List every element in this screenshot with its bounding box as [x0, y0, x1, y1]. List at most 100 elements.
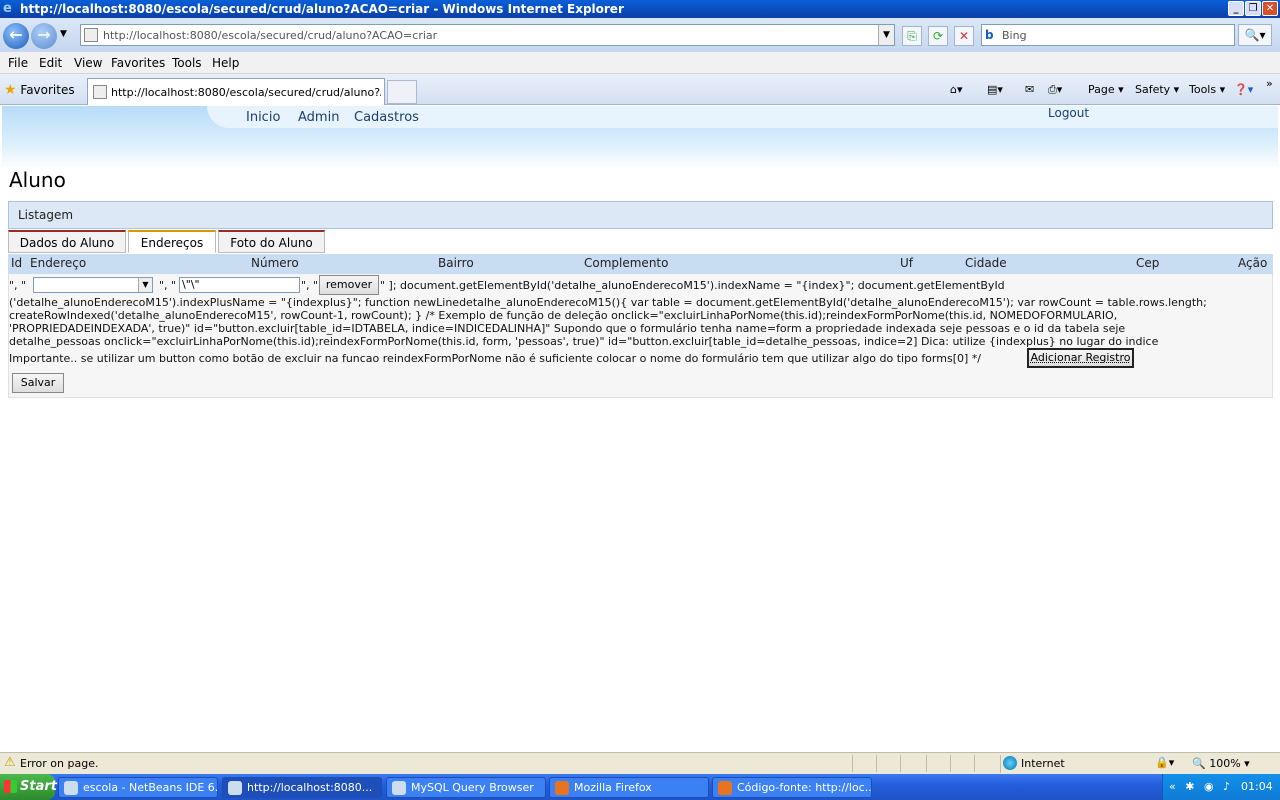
- bing-icon: b: [985, 28, 994, 42]
- nav-cadastros[interactable]: Cadastros: [354, 110, 419, 125]
- page-menu[interactable]: Page ▾: [1088, 83, 1124, 96]
- raw-text: 'PROPRIEDADEINDEXADA', true)" id="button…: [9, 322, 1126, 335]
- raw-text: ('detalhe_alunoEnderecoM15').indexPlusNa…: [9, 296, 1207, 309]
- column-endereco: Endereço: [30, 256, 87, 270]
- menu-help[interactable]: Help: [212, 56, 239, 70]
- zoom-level: 100%: [1209, 757, 1241, 770]
- taskbar-item-mysql[interactable]: MySQL Query Browser: [386, 777, 546, 798]
- tab-foto-do-aluno[interactable]: Foto do Aluno: [218, 230, 325, 253]
- tools-menu[interactable]: Tools ▾: [1189, 83, 1225, 96]
- print-icon[interactable]: ⎙▾: [1048, 83, 1062, 97]
- warning-icon[interactable]: ⚠: [4, 755, 16, 770]
- table-header: Id Endereço Número Bairro Complemento Uf…: [8, 254, 1273, 274]
- text-input[interactable]: \"\": [179, 277, 300, 293]
- chevron-down-icon: ▼: [138, 278, 152, 292]
- compatibility-icon[interactable]: ⎘: [902, 26, 922, 46]
- address-dropdown-button[interactable]: ▼: [878, 25, 894, 45]
- favorites-button[interactable]: ★ Favorites: [4, 82, 75, 98]
- remover-button[interactable]: remover: [319, 275, 379, 295]
- search-button[interactable]: 🔍▾: [1238, 24, 1272, 46]
- column-bairro: Bairro: [438, 256, 474, 270]
- tab-label: Dados do Aluno: [19, 236, 115, 250]
- protected-mode-icon[interactable]: 🔒▾: [1155, 756, 1174, 769]
- nav-inicio[interactable]: Inicio: [246, 110, 280, 125]
- stop-icon[interactable]: ✕: [954, 26, 974, 46]
- uf-select[interactable]: ▼: [33, 277, 153, 293]
- logout-link[interactable]: Logout: [1048, 106, 1089, 120]
- security-zone[interactable]: Internet: [1000, 755, 1148, 773]
- mysql-icon: [392, 781, 406, 795]
- new-tab-button[interactable]: [387, 80, 417, 104]
- menu-edit[interactable]: Edit: [39, 56, 62, 70]
- refresh-icon[interactable]: ⟳: [928, 26, 948, 46]
- window-title: http://localhost:8080/escola/secured/cru…: [20, 2, 624, 16]
- mail-icon[interactable]: ✉: [1025, 83, 1034, 96]
- menu-view[interactable]: View: [74, 56, 102, 70]
- clock: 01:04: [1241, 780, 1273, 793]
- taskbar-item-firefox[interactable]: Mozilla Firefox: [549, 777, 709, 798]
- salvar-button[interactable]: Salvar: [12, 373, 64, 393]
- back-button[interactable]: ←: [3, 23, 29, 49]
- ie-icon: [228, 781, 242, 795]
- help-icon[interactable]: ❓▾: [1234, 83, 1253, 96]
- ie-logo-icon: e: [3, 1, 12, 16]
- search-input[interactable]: b Bing: [981, 24, 1235, 46]
- column-acao: Ação: [1238, 256, 1268, 270]
- address-bar[interactable]: http://localhost:8080/escola/secured/cru…: [80, 24, 895, 46]
- taskbar-item-label: MySQL Query Browser: [411, 781, 534, 794]
- home-icon[interactable]: ⌂▾: [950, 83, 963, 96]
- tray-icons[interactable]: « ✱ ◉ ♪: [1169, 780, 1233, 793]
- menu-tools[interactable]: Tools: [172, 56, 202, 70]
- tab-label: Endereços: [140, 236, 204, 250]
- tab-dados-do-aluno[interactable]: Dados do Aluno: [8, 230, 126, 253]
- status-bar: ⚠ Error on page. Internet 🔒▾ 🔍 100% ▾: [0, 752, 1280, 774]
- nav-admin[interactable]: Admin: [298, 110, 339, 125]
- page-title: Aluno: [9, 168, 66, 192]
- star-icon: ★: [4, 82, 17, 98]
- toolbar-overflow-icon[interactable]: »: [1266, 77, 1273, 90]
- firefox-icon: [718, 781, 732, 795]
- address-toolbar: ← → ▼ http://localhost:8080/escola/secur…: [0, 18, 1280, 52]
- menu-favorites[interactable]: Favorites: [111, 56, 165, 70]
- zoom-control[interactable]: 🔍 100% ▾: [1192, 757, 1250, 770]
- raw-text: " ]; document.getElementById('detalhe_al…: [380, 279, 1005, 292]
- browser-tab[interactable]: http://localhost:8080/escola/secured/cru…: [87, 78, 385, 105]
- site-header: Inicio Admin Cadastros Logout: [2, 106, 1278, 170]
- tools-menu-label: Tools: [1189, 83, 1217, 96]
- raw-text: ", ": [9, 279, 27, 292]
- column-cidade: Cidade: [965, 256, 1007, 270]
- status-pane: [926, 755, 944, 772]
- minimize-button[interactable]: _: [1228, 1, 1244, 16]
- tab-label: Foto do Aluno: [230, 236, 313, 250]
- taskbar-item-label: Mozilla Firefox: [574, 781, 652, 794]
- adicionar-registro-button[interactable]: Adicionar Registro: [1027, 348, 1134, 368]
- taskbar-item-label: Código-fonte: http://loc...: [737, 781, 872, 794]
- feeds-icon[interactable]: ▤▾: [987, 83, 1003, 96]
- start-button[interactable]: Start: [0, 774, 57, 800]
- taskbar-item-label: escola - NetBeans IDE 6.8: [83, 781, 218, 794]
- address-url: http://localhost:8080/escola/secured/cru…: [103, 29, 438, 42]
- restore-button[interactable]: ❐: [1245, 1, 1261, 16]
- menu-file[interactable]: File: [8, 56, 28, 70]
- taskbar: Start escola - NetBeans IDE 6.8 http://l…: [0, 774, 1280, 800]
- menu-bar: File Edit View Favorites Tools Help: [0, 52, 1280, 74]
- forward-button[interactable]: →: [31, 23, 57, 49]
- raw-text: Importante.. se utilizar um button como …: [9, 352, 981, 365]
- windows-logo-icon: [4, 780, 17, 793]
- column-cep: Cep: [1136, 256, 1160, 270]
- system-tray: « ✱ ◉ ♪ 01:04: [1162, 774, 1280, 800]
- taskbar-item-netbeans[interactable]: escola - NetBeans IDE 6.8: [58, 777, 218, 798]
- globe-icon: [1003, 756, 1017, 770]
- taskbar-item-ie[interactable]: http://localhost:8080...: [222, 777, 382, 798]
- safety-menu-label: Safety: [1135, 83, 1171, 96]
- status-message[interactable]: Error on page.: [20, 757, 98, 770]
- tab-row: ★ Favorites http://localhost:8080/escola…: [0, 74, 1280, 105]
- status-pane: [852, 755, 870, 772]
- netbeans-icon: [64, 781, 78, 795]
- close-window-button[interactable]: ✕: [1262, 1, 1278, 16]
- tab-enderecos[interactable]: Endereços: [128, 230, 216, 253]
- taskbar-item-codigo-fonte[interactable]: Código-fonte: http://loc...: [712, 777, 872, 798]
- column-numero: Número: [251, 256, 299, 270]
- recent-pages-dropdown-icon[interactable]: ▼: [60, 29, 67, 39]
- safety-menu[interactable]: Safety ▾: [1135, 83, 1179, 96]
